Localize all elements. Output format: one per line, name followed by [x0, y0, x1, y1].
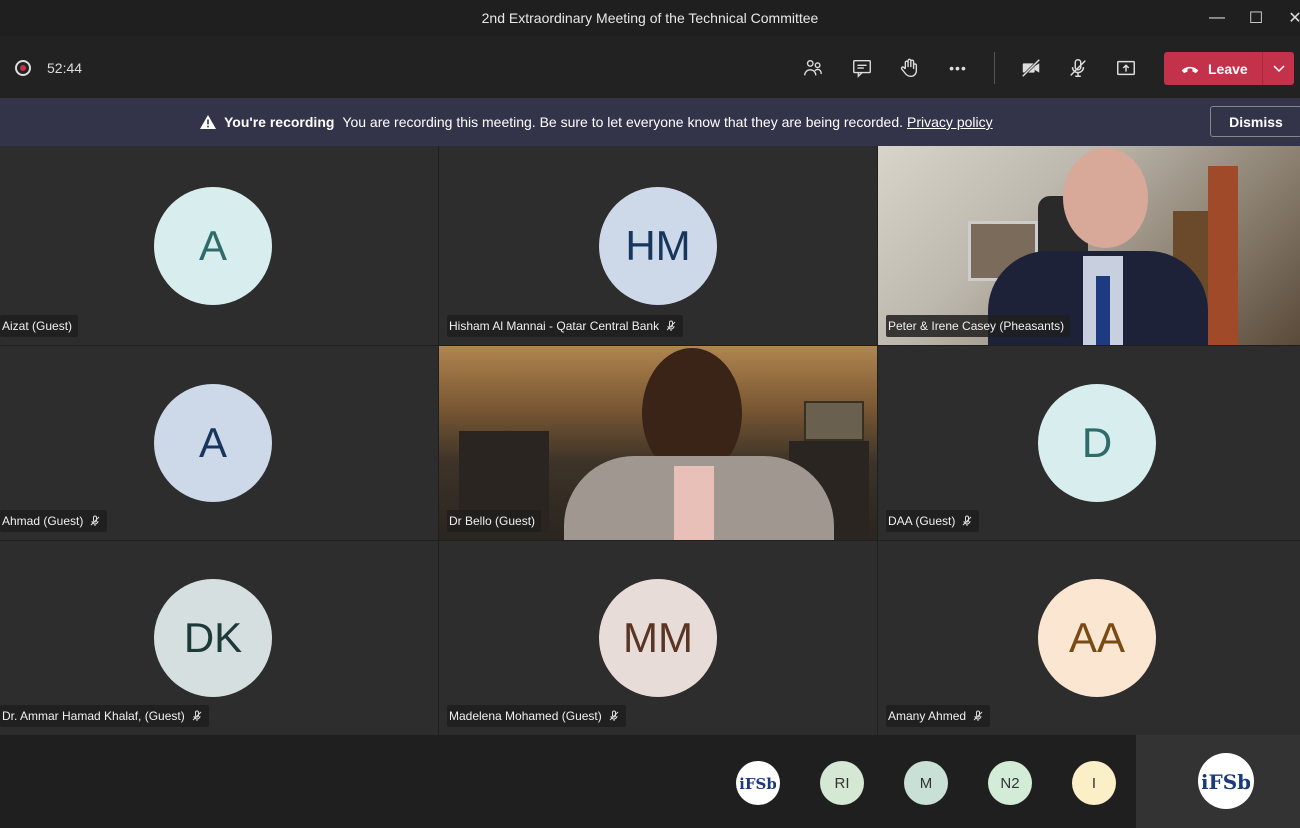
avatar: AA: [1038, 579, 1156, 697]
recording-indicator-icon: [15, 60, 31, 76]
participant-name-tag: Madelena Mohamed (Guest): [447, 705, 626, 727]
mic-toggle-button[interactable]: [1063, 53, 1093, 83]
participant-name-tag: Hisham Al Mannai - Qatar Central Bank: [447, 315, 684, 337]
leave-options-button[interactable]: [1263, 52, 1294, 85]
participant-tile[interactable]: A Aizat (Guest): [0, 146, 438, 345]
self-avatar-logo: iFSb: [1198, 753, 1254, 809]
participant-name-tag: Ahmad (Guest): [0, 510, 108, 532]
overflow-avatar[interactable]: RI: [820, 761, 864, 805]
share-screen-button[interactable]: [1111, 53, 1141, 83]
participant-name: Dr Bello (Guest): [449, 514, 536, 528]
privacy-policy-link[interactable]: Privacy policy: [907, 114, 993, 130]
chat-button[interactable]: [847, 53, 877, 83]
close-button[interactable]: ✕: [1280, 6, 1300, 30]
maximize-button[interactable]: ☐: [1241, 6, 1271, 30]
participant-tile[interactable]: AA Amany Ahmed: [878, 541, 1300, 735]
participant-name: Madelena Mohamed (Guest): [449, 709, 602, 723]
meeting-timer: 52:44: [47, 60, 83, 76]
mic-off-icon: [963, 515, 972, 526]
toolbar-divider: [994, 52, 995, 84]
video-grid: A Aizat (Guest) HM Hisham Al Mannai - Qa…: [0, 146, 1300, 735]
recording-banner: You're recording You are recording this …: [0, 98, 1300, 146]
curtain: [1208, 166, 1238, 345]
mic-off-icon: [973, 710, 983, 721]
participant-name: Ahmad (Guest): [2, 514, 84, 528]
person-shirt: [674, 466, 714, 540]
mic-off-icon: [1070, 59, 1086, 77]
participant-name-tag: Aizat (Guest): [0, 315, 79, 337]
participant-name: Aizat (Guest): [2, 319, 73, 333]
participant-name-tag: Dr Bello (Guest): [447, 510, 542, 532]
raise-hand-icon: [900, 58, 918, 77]
svg-text:iFSb: iFSb: [740, 775, 776, 793]
more-actions-button[interactable]: •••: [943, 53, 973, 83]
participant-name-tag: DAA (Guest): [886, 510, 980, 532]
minimize-button[interactable]: —: [1202, 6, 1232, 30]
leave-button-group: Leave: [1164, 52, 1294, 85]
participant-video-tile[interactable]: Dr Bello (Guest): [439, 346, 877, 540]
window-title: 2nd Extraordinary Meeting of the Technic…: [481, 10, 819, 26]
dismiss-button[interactable]: Dismiss: [1210, 106, 1300, 137]
avatar: HM: [599, 187, 717, 305]
raise-hand-button[interactable]: [894, 53, 924, 83]
title-bar: 2nd Extraordinary Meeting of the Technic…: [0, 0, 1300, 36]
overflow-avatar-logo[interactable]: iFSb: [736, 761, 780, 805]
participant-name-tag: Amany Ahmed: [886, 705, 991, 727]
share-screen-icon: [1117, 60, 1135, 76]
wall-plaque: [804, 401, 864, 441]
hang-up-icon: [1181, 66, 1199, 73]
avatar: A: [154, 187, 272, 305]
participant-name: Hisham Al Mannai - Qatar Central Bank: [449, 319, 660, 333]
avatar: MM: [599, 579, 717, 697]
leave-button[interactable]: Leave: [1164, 52, 1262, 85]
meeting-toolbar: 52:44 ••• Leave: [0, 36, 1300, 98]
camera-toggle-button[interactable]: [1016, 53, 1046, 83]
participant-tile[interactable]: HM Hisham Al Mannai - Qatar Central Bank: [439, 146, 877, 345]
participant-tile[interactable]: DK Dr. Ammar Hamad Khalaf, (Guest): [0, 541, 438, 735]
person-head: [1063, 148, 1148, 248]
participant-tile[interactable]: MM Madelena Mohamed (Guest): [439, 541, 877, 735]
svg-text:iFSb: iFSb: [1202, 770, 1250, 794]
ifsb-logo-icon: iFSb: [740, 775, 776, 793]
participant-name-tag: Dr. Ammar Hamad Khalaf, (Guest): [0, 705, 209, 727]
mic-off-icon: [192, 710, 202, 721]
recording-text: You are recording this meeting. Be sure …: [342, 114, 904, 130]
participant-video-tile[interactable]: Peter & Irene Casey (Pheasants): [878, 146, 1300, 345]
ifsb-logo-icon: iFSb: [1202, 770, 1250, 794]
warning-icon: [200, 115, 216, 129]
participant-tile[interactable]: A Ahmad (Guest): [0, 346, 438, 540]
participant-name: Peter & Irene Casey (Pheasants): [888, 319, 1065, 333]
overflow-participants-bar: iFSb RI M N2 I: [0, 735, 1300, 828]
mic-off-icon: [91, 515, 100, 526]
mic-off-icon: [609, 710, 619, 721]
participant-tile[interactable]: D DAA (Guest): [878, 346, 1300, 540]
participant-name: DAA (Guest): [888, 514, 956, 528]
avatar: D: [1038, 384, 1156, 502]
overflow-avatar[interactable]: N2: [988, 761, 1032, 805]
overflow-avatar[interactable]: M: [904, 761, 948, 805]
participant-name-tag: Peter & Irene Casey (Pheasants): [886, 315, 1071, 337]
avatar: DK: [154, 579, 272, 697]
camera-off-icon: [1021, 58, 1041, 78]
recording-message: You're recording You are recording this …: [200, 114, 993, 130]
recording-heading: You're recording: [224, 114, 335, 130]
mic-off-icon: [666, 320, 676, 331]
chat-icon: [853, 59, 871, 78]
participants-icon: [804, 59, 822, 76]
leave-label: Leave: [1208, 60, 1248, 77]
participant-name: Dr. Ammar Hamad Khalaf, (Guest): [2, 709, 185, 723]
overflow-avatar[interactable]: I: [1072, 761, 1116, 805]
participant-name: Amany Ahmed: [888, 709, 967, 723]
chevron-down-icon: [1272, 64, 1285, 72]
person-tie: [1096, 276, 1110, 345]
self-view[interactable]: iFSb: [1136, 735, 1300, 828]
avatar: A: [154, 384, 272, 502]
participants-button[interactable]: [798, 53, 828, 83]
